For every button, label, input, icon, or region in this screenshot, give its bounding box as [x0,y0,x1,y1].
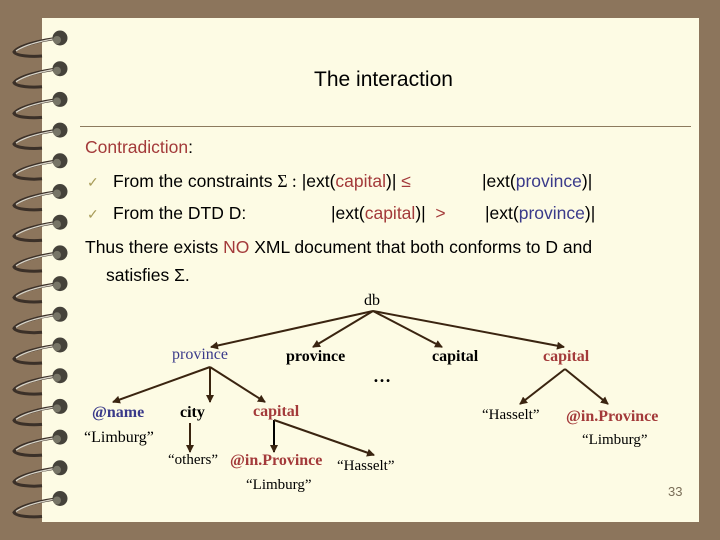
node-province-1: province [172,346,228,363]
tree-edge-db-province-2 [312,310,374,348]
tree-edge-db-capital-1 [372,310,443,348]
node-city: city [180,404,205,421]
node-capital-2-value: “Hasselt” [482,407,540,423]
tree-edge-province-at-name [112,366,211,404]
node-capital-sub: capital [253,403,300,420]
tree-edge-province-capital [209,366,266,403]
node-db: db [364,292,380,309]
page-number: 33 [668,484,683,499]
node-inprovince-2-value: “Limburg” [582,432,648,448]
ellipsis: … [373,366,395,386]
node-capital-2: capital [543,348,590,365]
tree-edge-capital2-inprovince [564,368,609,405]
tree-edge-db-capital-2 [372,310,565,350]
tree-edge-capital2-hasselt [519,368,566,405]
node-city-value: “others” [168,452,218,468]
node-capital-sub-value: “Hasselt” [337,458,395,474]
node-inprovince-1-value: “Limburg” [246,477,312,493]
node-at-name: @name [92,404,145,421]
node-capital-1: capital [432,348,479,365]
tree-edge-db-province-1 [210,310,374,350]
node-province-2: province [286,348,346,365]
node-inprovince-1: @in.Province [230,452,323,469]
tree-edge-capital-hasselt [273,419,375,457]
node-at-name-value: “Limburg” [84,429,154,446]
node-inprovince-2: @in.Province [566,408,659,425]
